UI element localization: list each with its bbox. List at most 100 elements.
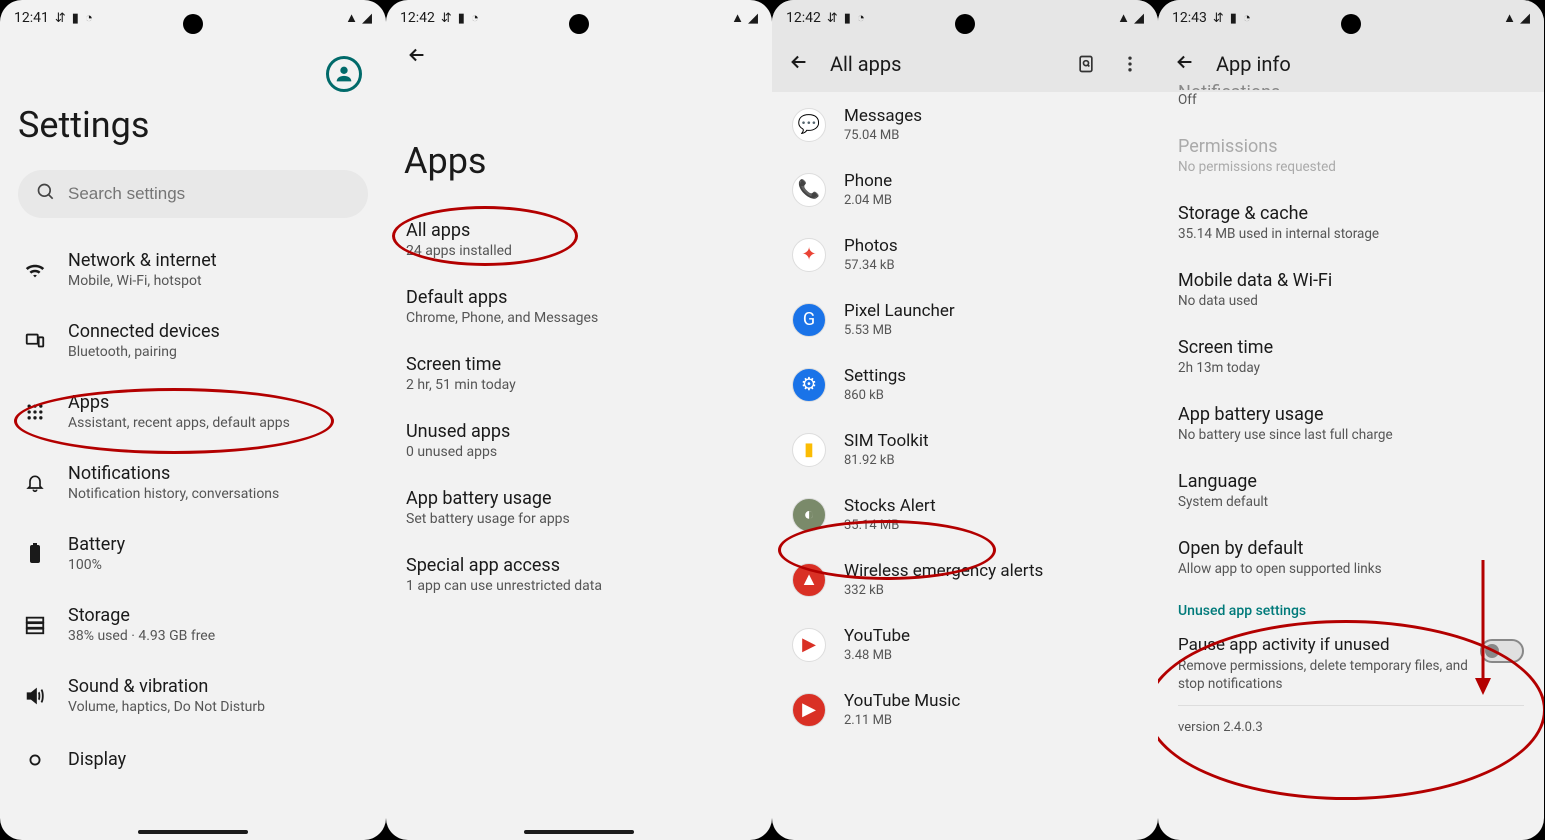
- info-row-storage-cache[interactable]: Storage & cache35.14 MB used in internal…: [1158, 189, 1544, 256]
- toggle-label: Pause app activity if unused: [1178, 635, 1468, 655]
- camera-hole: [183, 14, 203, 34]
- profile-button[interactable]: [326, 56, 362, 92]
- apps-row-default-apps[interactable]: Default appsChrome, Phone, and Messages: [404, 273, 754, 340]
- back-button[interactable]: [1174, 51, 1196, 77]
- app-row-youtube[interactable]: ▶ YouTube3.48 MB: [772, 612, 1158, 677]
- app-icon: 📞: [792, 173, 826, 207]
- app-size: 860 kB: [844, 388, 906, 403]
- app-row-messages[interactable]: 💬 Messages75.04 MB: [772, 92, 1158, 157]
- app-name: YouTube: [844, 626, 910, 646]
- app-icon: ▶: [792, 628, 826, 662]
- toggle-switch[interactable]: [1480, 639, 1524, 663]
- sub: Allow app to open supported links: [1178, 561, 1524, 577]
- label: Permissions: [1178, 136, 1524, 157]
- info-row-open-by-default[interactable]: Open by default Allow app to open support…: [1158, 524, 1544, 591]
- timer-icon: ◔: [85, 12, 93, 25]
- title: All apps: [406, 220, 752, 241]
- info-row-language[interactable]: LanguageSystem default: [1158, 457, 1544, 524]
- info-row-app-battery-usage[interactable]: App battery usage No battery use since la…: [1158, 390, 1544, 457]
- apps-row-unused-apps[interactable]: Unused apps0 unused apps: [404, 407, 754, 474]
- setting-row-storage[interactable]: Storage 38% used · 4.93 GB free: [18, 589, 368, 660]
- setting-row-display[interactable]: Display: [18, 731, 368, 789]
- title: Open by default: [1178, 538, 1524, 559]
- overflow-menu-icon[interactable]: [1118, 52, 1142, 76]
- sub: No permissions requested: [1178, 159, 1524, 175]
- app-bar-title: All apps: [830, 52, 1054, 76]
- signal-icon: ◢: [748, 12, 758, 25]
- apps-row-screen-time[interactable]: Screen time2 hr, 51 min today: [404, 340, 754, 407]
- app-icon: ▮: [792, 433, 826, 467]
- title: Battery: [68, 534, 125, 555]
- wifi-icon: ▲: [1117, 12, 1130, 25]
- signal-icon: ◢: [1134, 12, 1144, 25]
- sub: 2h 13m today: [1178, 360, 1524, 376]
- sub: Bluetooth, pairing: [68, 344, 220, 360]
- title: Network & internet: [68, 250, 217, 271]
- app-size: 2.11 MB: [844, 713, 960, 728]
- setting-row-battery[interactable]: Battery 100%: [18, 518, 368, 589]
- setting-row-network-internet[interactable]: Network & internet Mobile, Wi-Fi, hotspo…: [18, 234, 368, 305]
- app-row-sim-toolkit[interactable]: ▮ SIM Toolkit81.92 kB: [772, 417, 1158, 482]
- page-title: Settings: [18, 104, 368, 146]
- app-icon: ⚙: [792, 368, 826, 402]
- setting-row-connected-devices[interactable]: Connected devices Bluetooth, pairing: [18, 305, 368, 376]
- timer-icon: ◔: [857, 12, 865, 25]
- clock: 12:43: [1172, 10, 1207, 26]
- info-row-mobile-data-wi-fi[interactable]: Mobile data & Wi-FiNo data used: [1158, 256, 1544, 323]
- setting-row-apps[interactable]: Apps Assistant, recent apps, default app…: [18, 376, 368, 447]
- grid-icon: [22, 399, 48, 425]
- wifi-icon: ▲: [731, 12, 744, 25]
- sd-icon: ▮: [72, 12, 79, 25]
- sound-icon: [22, 683, 48, 709]
- title: Storage: [68, 605, 215, 626]
- panel-app-info: 12:43 ⇵ ▮ ◔ ▲ ◢ App info Notifications O…: [1158, 0, 1544, 840]
- back-button[interactable]: [788, 51, 810, 77]
- app-row-photos[interactable]: ✦ Photos57.34 kB: [772, 222, 1158, 287]
- apps-row-app-battery-usage[interactable]: App battery usageSet battery usage for a…: [404, 474, 754, 541]
- back-button[interactable]: [404, 36, 430, 80]
- app-icon: ▲: [792, 563, 826, 597]
- app-icon: ◐: [792, 498, 826, 532]
- storage-icon: [22, 612, 48, 638]
- app-size: 35.14 MB: [844, 518, 936, 533]
- title: Special app access: [406, 555, 752, 576]
- sub: System default: [1178, 494, 1524, 510]
- app-row-stocks-alert[interactable]: ◐ Stocks Alert35.14 MB: [772, 482, 1158, 547]
- app-name: Photos: [844, 236, 898, 256]
- apps-row-all-apps[interactable]: All apps24 apps installed: [404, 206, 754, 273]
- row-notifications-cut[interactable]: Notifications Off: [1158, 82, 1544, 122]
- app-row-pixel-launcher[interactable]: G Pixel Launcher5.53 MB: [772, 287, 1158, 352]
- toggle-sub: Remove permissions, delete temporary fil…: [1178, 657, 1468, 693]
- setting-row-sound-vibration[interactable]: Sound & vibration Volume, haptics, Do No…: [18, 660, 368, 731]
- sub: Assistant, recent apps, default apps: [68, 415, 290, 431]
- search-settings[interactable]: [18, 170, 368, 218]
- version-label: version 2.4.0.3: [1158, 706, 1544, 749]
- search-input[interactable]: [68, 184, 350, 204]
- title: Apps: [68, 392, 290, 413]
- app-row-youtube-music[interactable]: ▶ YouTube Music2.11 MB: [772, 677, 1158, 742]
- apps-row-special-app-access[interactable]: Special app access1 app can use unrestri…: [404, 541, 754, 608]
- title: Unused apps: [406, 421, 752, 442]
- battery-icon: [22, 541, 48, 567]
- wifi-icon: ▲: [1503, 12, 1516, 25]
- row-pause-activity[interactable]: Pause app activity if unused Remove perm…: [1158, 623, 1544, 705]
- title: App battery usage: [1178, 404, 1524, 425]
- app-icon: G: [792, 303, 826, 337]
- app-row-wireless-emergency-alerts[interactable]: ▲ Wireless emergency alerts332 kB: [772, 547, 1158, 612]
- app-row-phone[interactable]: 📞 Phone2.04 MB: [772, 157, 1158, 222]
- vibrate-icon: ⇵: [441, 12, 452, 25]
- timer-icon: ◔: [1243, 12, 1251, 25]
- sub: 35.14 MB used in internal storage: [1178, 226, 1524, 242]
- info-row-screen-time[interactable]: Screen time2h 13m today: [1158, 323, 1544, 390]
- app-icon: 💬: [792, 108, 826, 142]
- search-apps-icon[interactable]: [1074, 52, 1098, 76]
- section-unused-apps: Unused app settings: [1158, 591, 1544, 623]
- search-icon: [36, 182, 56, 206]
- label: Notifications: [1178, 82, 1524, 90]
- setting-row-notifications[interactable]: Notifications Notification history, conv…: [18, 447, 368, 518]
- app-name: YouTube Music: [844, 691, 960, 711]
- sub: No battery use since last full charge: [1178, 427, 1524, 443]
- vibrate-icon: ⇵: [827, 12, 838, 25]
- app-row-settings[interactable]: ⚙ Settings860 kB: [772, 352, 1158, 417]
- vibrate-icon: ⇵: [1213, 12, 1224, 25]
